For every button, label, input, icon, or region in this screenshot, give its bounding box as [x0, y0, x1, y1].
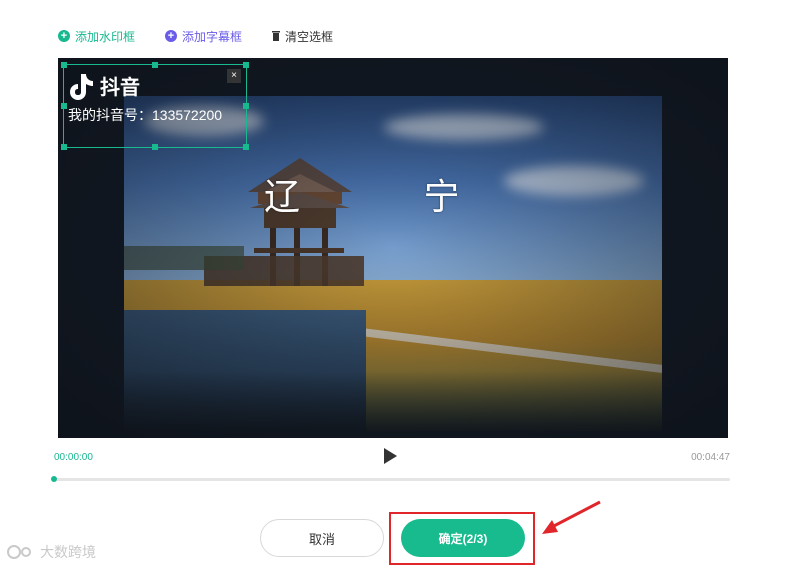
douyin-logo-icon [70, 73, 93, 100]
close-icon[interactable]: × [227, 69, 241, 83]
resize-handle[interactable] [243, 62, 249, 68]
annotation-arrow-icon [542, 500, 601, 534]
watermark-account-id: 我的抖音号：133572200 [68, 107, 223, 123]
add-watermark-box-button[interactable]: + 添加水印框 [58, 28, 135, 45]
resize-handle[interactable] [61, 103, 67, 109]
watermark-selection-box[interactable]: 抖音 我的抖音号：133572200 × [61, 62, 249, 150]
watermark-logo: 抖音 [68, 71, 140, 100]
resize-handle[interactable] [243, 103, 249, 109]
play-icon[interactable] [384, 448, 397, 464]
clear-boxes-label: 清空选框 [285, 29, 334, 44]
annotation-highlight-box [389, 512, 535, 565]
add-watermark-label: 添加水印框 [75, 29, 136, 44]
total-time: 00:04:47 [691, 452, 730, 463]
progress-knob[interactable] [51, 476, 57, 482]
plus-circle-icon: + [58, 30, 70, 42]
editor-toolbar: + 添加水印框 + 添加字幕框 清空选框 [58, 26, 333, 46]
resize-handle[interactable] [61, 62, 67, 68]
brand-watermark: 大数跨境 [6, 542, 96, 562]
brand-logo-icon [7, 545, 31, 559]
add-subtitle-box-button[interactable]: + 添加字幕框 [165, 28, 242, 45]
clear-boxes-button[interactable]: 清空选框 [272, 28, 333, 45]
add-subtitle-label: 添加字幕框 [182, 29, 243, 44]
resize-handle[interactable] [243, 144, 249, 150]
current-time: 00:00:00 [54, 452, 93, 463]
watermark-app-name: 抖音 [100, 77, 140, 99]
resize-handle[interactable] [152, 62, 158, 68]
plus-circle-icon: + [165, 30, 178, 42]
subtitle-text: 辽 宁 [264, 177, 516, 218]
brand-text: 大数跨境 [40, 544, 96, 560]
resize-handle[interactable] [61, 144, 67, 150]
progress-bar[interactable] [51, 476, 730, 482]
cancel-button[interactable]: 取消 [260, 519, 384, 557]
trash-icon [272, 31, 281, 41]
resize-handle[interactable] [152, 144, 158, 150]
